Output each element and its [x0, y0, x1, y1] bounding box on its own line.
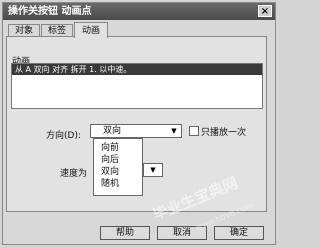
animation-list-item[interactable]: 从 A 双向 对齐 拆开 1. 以中速。 — [12, 64, 262, 75]
animation-list[interactable]: 从 A 双向 对齐 拆开 1. 以中速。 — [11, 63, 263, 109]
triangle-down-icon[interactable]: ▼ — [168, 126, 180, 136]
play-once-checkbox[interactable] — [189, 126, 199, 136]
direction-option-random[interactable]: 随机 — [94, 178, 142, 190]
help-button[interactable]: 帮助 — [100, 226, 150, 240]
tab-animation[interactable]: 动画 — [74, 22, 108, 38]
play-once-label: 只播放一次 — [201, 128, 247, 138]
speed-label: 速度为 — [60, 169, 88, 179]
direction-option-backward[interactable]: 向后 — [94, 154, 142, 166]
title-bar: 操作关按钮 动画点 × — [3, 3, 275, 20]
direction-option-forward[interactable]: 向前 — [94, 142, 142, 154]
dialog-title: 操作关按钮 动画点 — [8, 6, 92, 17]
direction-dropdown-list: 向前 向后 双向 随机 — [93, 138, 143, 196]
triangle-down-icon[interactable]: ▼ — [147, 165, 159, 175]
direction-select[interactable]: 双向 ▼ — [90, 124, 182, 138]
close-button[interactable]: × — [258, 5, 272, 17]
direction-option-both[interactable]: 双向 — [94, 166, 142, 178]
ok-button[interactable]: 确定 — [214, 226, 264, 240]
speed-select[interactable]: ▼ — [143, 163, 163, 177]
direction-label: 方向(D): — [46, 131, 81, 141]
direction-selected-value: 双向 — [103, 126, 122, 136]
